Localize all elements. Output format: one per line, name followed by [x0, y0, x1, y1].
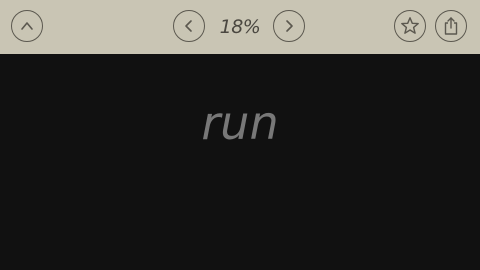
star-icon — [401, 17, 419, 34]
reading-area[interactable]: run — [0, 54, 480, 270]
previous-button[interactable] — [173, 10, 205, 42]
chevron-up-icon — [21, 22, 33, 30]
speed-reader-app: 18% run — [0, 0, 480, 270]
share-icon — [444, 17, 458, 35]
chevron-right-icon — [286, 20, 293, 32]
current-word: run — [201, 96, 279, 150]
top-toolbar: 18% — [0, 0, 480, 54]
chevron-left-icon — [185, 20, 192, 32]
share-button[interactable] — [435, 10, 467, 42]
favorite-button[interactable] — [394, 10, 426, 42]
progress-percent: 18% — [219, 16, 261, 38]
scroll-up-button[interactable] — [11, 10, 43, 42]
next-button[interactable] — [273, 10, 305, 42]
